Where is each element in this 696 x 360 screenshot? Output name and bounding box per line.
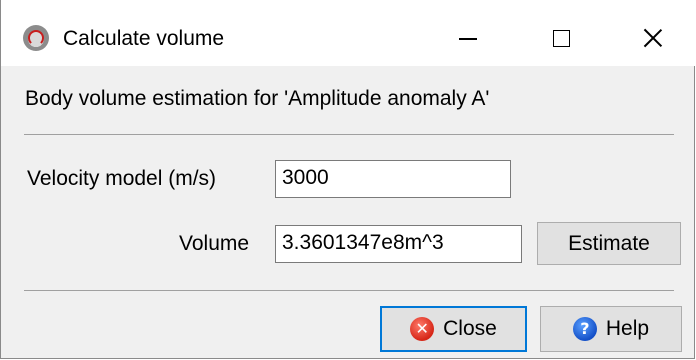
footer-separator xyxy=(24,290,674,291)
maximize-button[interactable] xyxy=(532,16,590,60)
minimize-icon xyxy=(459,38,477,40)
velocity-model-label: Velocity model (m/s) xyxy=(27,167,217,190)
close-button-label: Close xyxy=(443,317,497,340)
calculate-volume-dialog: Calculate volume Body volume estimation … xyxy=(0,0,695,359)
help-circle-icon: ? xyxy=(572,317,597,341)
help-button[interactable]: ? Help xyxy=(540,306,682,352)
maximize-icon xyxy=(552,29,570,47)
estimate-button[interactable]: Estimate xyxy=(537,222,681,265)
title-bar[interactable]: Calculate volume xyxy=(1,0,695,66)
help-button-label: Help xyxy=(605,317,650,340)
window-title: Calculate volume xyxy=(63,27,225,50)
volume-label: Volume xyxy=(179,232,250,255)
header-separator xyxy=(24,134,674,135)
app-icon xyxy=(23,25,49,51)
close-icon xyxy=(643,28,663,48)
velocity-model-input[interactable]: 3000 xyxy=(275,160,511,198)
dialog-header: Body volume estimation for 'Amplitude an… xyxy=(25,87,490,110)
close-circle-icon: ✕ xyxy=(410,317,435,341)
close-button[interactable]: ✕ Close xyxy=(380,306,527,352)
volume-output-field[interactable]: 3.3601347e8m^3 xyxy=(275,225,522,263)
minimize-button[interactable] xyxy=(439,16,497,60)
window-close-button[interactable] xyxy=(624,16,682,60)
